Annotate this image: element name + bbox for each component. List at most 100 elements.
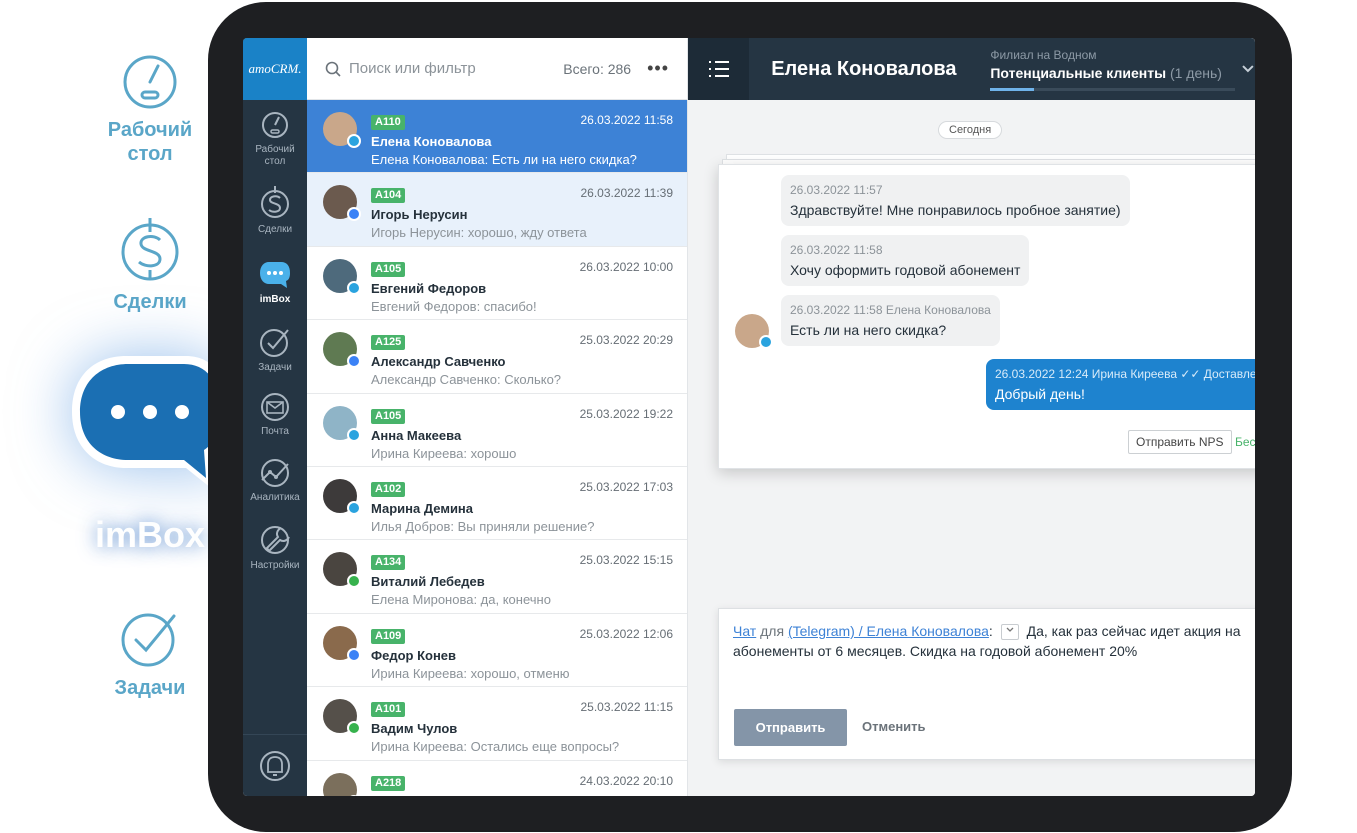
chat-type-link[interactable]: Чат <box>733 623 756 639</box>
stage-name: Потенциальные клиенты <box>990 64 1167 81</box>
chat-list-item[interactable]: A109 25.03.2022 12:06 Федор Конев Ирина Кир… <box>307 614 687 688</box>
dollar-icon <box>261 186 289 218</box>
dashboard-icon <box>123 55 177 109</box>
contact-name: Евгений Федоров <box>371 280 487 296</box>
chat-list-item[interactable]: A101 25.03.2022 11:15 Вадим Чулов Ирина Кир… <box>307 687 687 761</box>
app-screen: amoCRM. Рабочий стол Сделки imBox Задачи… <box>243 38 1255 796</box>
chat-title: Елена Коновалова <box>771 57 957 80</box>
composer-text[interactable]: Чат для (Telegram) / Елена Коновалова: Д… <box>733 621 1255 661</box>
chat-bubble-icon <box>260 262 290 288</box>
conversation-tag: A105 <box>371 408 406 424</box>
pipeline-stage[interactable]: Филиал на Водном Потенциальные клиенты (… <box>990 48 1236 91</box>
chat-list-item[interactable]: A104 26.03.2022 11:39 Игорь Нерусин Игорь Н… <box>307 173 687 247</box>
chat-list-item[interactable]: A125 25.03.2022 20:29 Александр Савченко Ал… <box>307 320 687 394</box>
chat-list-item[interactable]: A110 26.03.2022 11:58 Елена Коновалова Елен… <box>307 100 687 174</box>
conversation-date: 25.03.2022 11:15 <box>580 700 673 715</box>
conversation-tag: A125 <box>371 335 406 351</box>
nav-item-deals[interactable]: Сделки <box>243 174 307 250</box>
chat-list-item[interactable]: A105 25.03.2022 19:22 Анна Макеева Ирина Ки… <box>307 394 687 467</box>
stage-days: (1 день) <box>1169 64 1222 81</box>
message-text: Здравствуйте! Мне понравилось пробное за… <box>790 202 1121 218</box>
nav-item-imbox[interactable]: imBox <box>243 250 307 316</box>
nav-item-analytics[interactable]: Аналитика <box>243 448 307 514</box>
chevron-down-icon[interactable] <box>1241 64 1255 74</box>
recipient-link[interactable]: (Telegram) / Елена Коновалова <box>788 623 989 639</box>
conversation-tag: A110 <box>371 115 405 130</box>
nav-item-mail[interactable]: Почта <box>243 382 307 448</box>
bell-icon <box>260 750 290 781</box>
message-meta: 26.03.2022 12:24 Ирина Киреева ✓✓ Достав… <box>995 367 1255 381</box>
chat-header: Елена Коновалова Филиал на Водном Потенц… <box>688 38 1255 100</box>
contact-name: Анна Макеева <box>371 427 462 443</box>
last-message: Александр Савченко: Сколько? <box>371 372 562 388</box>
more-options-button[interactable]: ••• <box>647 58 669 79</box>
wrench-icon <box>261 526 290 554</box>
chevron-down-icon <box>1006 627 1014 633</box>
chat-list-item[interactable]: A134 25.03.2022 15:15 Виталий Лебедев Елена… <box>307 540 687 614</box>
search-icon <box>325 61 341 77</box>
nav-label-dashboard-1: Рабочий <box>255 144 295 155</box>
whatsapp-icon <box>347 574 361 589</box>
list-menu-icon <box>708 61 729 77</box>
conversation-tag: A218 <box>371 775 406 791</box>
recipient-dropdown[interactable] <box>1000 624 1019 641</box>
send-nps-button[interactable]: Отправить NPS <box>1128 430 1232 454</box>
message-text: Добрый день! <box>995 386 1085 402</box>
last-message: Елена Коновалова: Есть ли на него скидка… <box>371 152 637 167</box>
conversation-tag: A105 <box>371 261 406 277</box>
contact-name: Елена Коновалова <box>371 134 492 149</box>
chat-menu-button[interactable] <box>688 38 750 100</box>
promo-stage: Рабочий стол Сделки imBox Задачи amoCRM.… <box>0 0 1357 833</box>
nav-label-imbox: imBox <box>259 294 291 305</box>
total-count: Всего: 286 <box>563 60 632 77</box>
last-message: Ирина Киреева: хорошо, отменю <box>371 665 570 681</box>
contact-name: Федор Конев <box>371 647 457 663</box>
last-message: Илья Добров: Вы приняли решение? <box>371 518 595 534</box>
cancel-button[interactable]: Отменить <box>862 719 926 734</box>
stage-label: Потенциальные клиенты (1 день) <box>990 65 1235 81</box>
telegram-icon <box>347 280 361 295</box>
conversation-date: 25.03.2022 17:03 <box>579 479 673 494</box>
amocrm-logo[interactable]: amoCRM. <box>243 38 307 100</box>
message-bubble: 26.03.2022 11:57 Здравствуйте! Мне понра… <box>781 175 1130 226</box>
check-icon <box>260 329 289 357</box>
conversation-date: 24.03.2022 20:10 <box>579 773 673 788</box>
contact-name: Александр Савченко <box>371 354 506 370</box>
outgoing-message-bubble: 26.03.2022 12:24 Ирина Киреева ✓✓ Достав… <box>986 359 1255 410</box>
chat-list-item[interactable]: A102 25.03.2022 17:03 Марина Демина Илья До… <box>307 467 687 541</box>
notifications-button[interactable] <box>243 734 307 796</box>
conversation-date: 25.03.2022 19:22 <box>579 406 673 421</box>
check-circle-icon <box>121 613 176 667</box>
conversation-tag: A102 <box>371 481 406 497</box>
conversation-tag: A134 <box>371 555 406 571</box>
chat-panel: Елена Коновалова Филиал на Водном Потенц… <box>688 38 1255 796</box>
contact-name: Вадим Чулов <box>371 721 458 737</box>
message-composer: Чат для (Telegram) / Елена Коновалова: Д… <box>718 608 1255 760</box>
nav-item-dashboard[interactable]: Рабочий стол <box>243 100 307 174</box>
chat-list-item[interactable]: A105 26.03.2022 10:00 Евгений Федоров Евген… <box>307 247 687 321</box>
nav-label-deals: Сделки <box>257 224 293 235</box>
last-message: Ирина Киреева: Остались еще вопросы? <box>371 739 620 755</box>
contact-name: Игорь Нерусин <box>371 207 468 223</box>
chat-list: A110 26.03.2022 11:58 Елена Коновалова Елен… <box>307 100 687 796</box>
send-button[interactable]: Отправить <box>734 709 847 746</box>
chat-list-item[interactable]: A218 24.03.2022 20:10 <box>307 761 687 796</box>
stage-progress-fill <box>990 87 1035 91</box>
nav-item-settings[interactable]: Настройки <box>243 514 307 580</box>
nav-item-tasks[interactable]: Задачи <box>243 316 307 382</box>
last-message: Евгений Федоров: спасибо! <box>371 298 537 314</box>
nav-label-settings: Настройки <box>250 560 300 571</box>
message-text: Есть ли на него скидка? <box>790 322 947 338</box>
messenger-icon <box>347 647 361 662</box>
nav-label-dashboard-2: стол <box>264 156 286 167</box>
conversation-date: 25.03.2022 20:29 <box>579 333 673 348</box>
telegram-icon <box>759 335 773 349</box>
conversation-link[interactable]: Беседа № A110 <box>1235 435 1255 449</box>
contact-name: Марина Демина <box>371 500 474 516</box>
dashboard-icon <box>262 112 288 138</box>
conversation-tag: A109 <box>371 628 406 644</box>
conversation-card: 26.03.2022 11:57 Здравствуйте! Мне понра… <box>718 164 1255 469</box>
for-label: для <box>760 623 785 639</box>
left-nav: amoCRM. Рабочий стол Сделки imBox Задачи… <box>243 38 307 796</box>
search-input[interactable] <box>349 60 564 77</box>
